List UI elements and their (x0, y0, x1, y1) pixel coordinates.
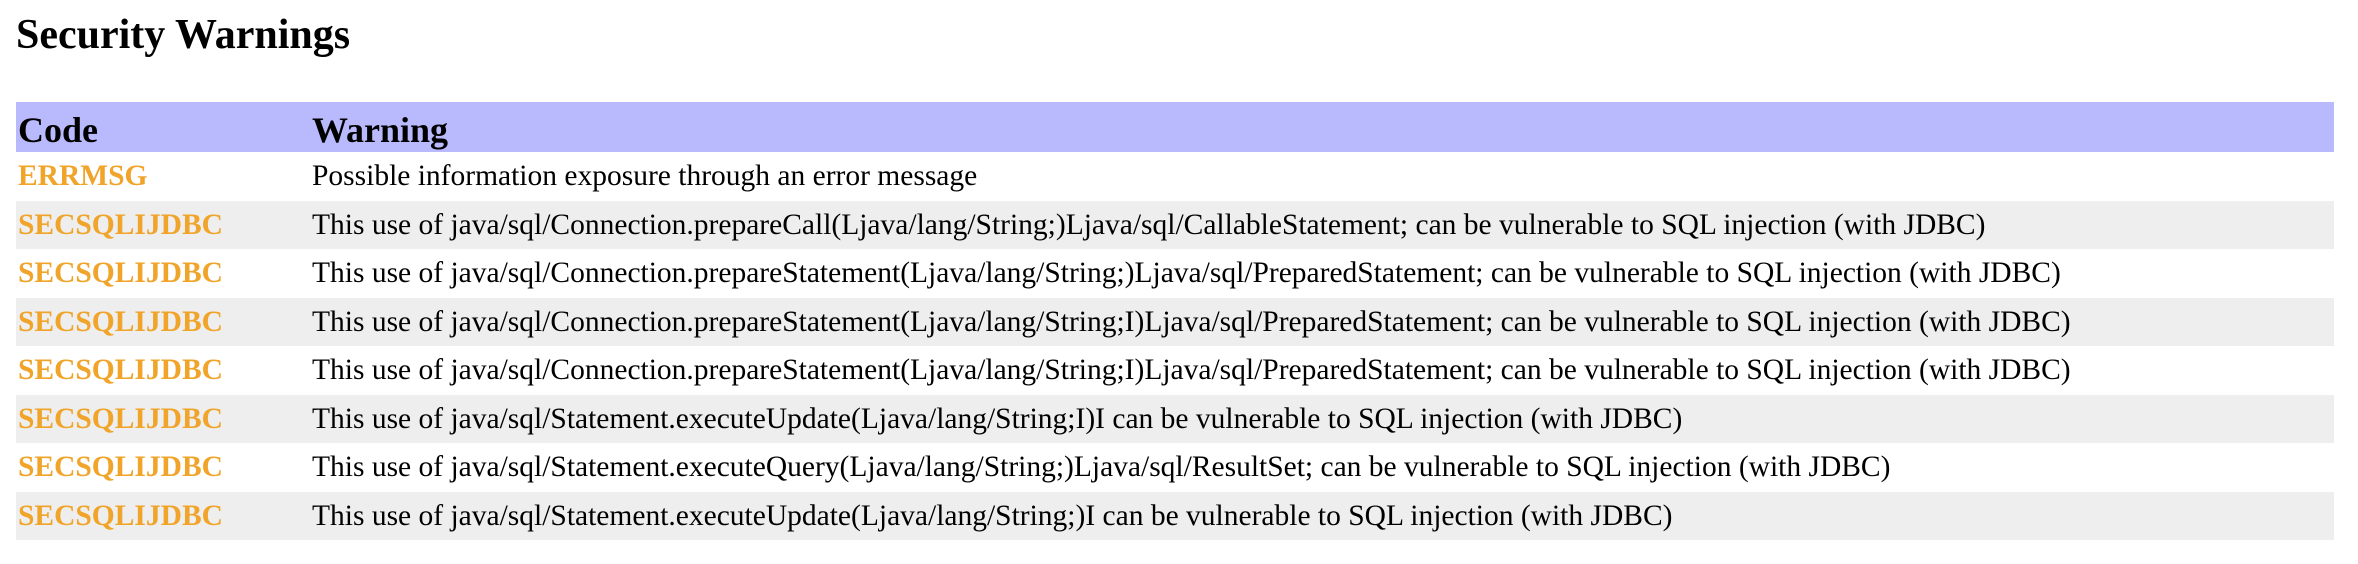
column-header-code: Code (18, 110, 98, 150)
table-header-row: Code Warning (16, 102, 2334, 152)
table-row: SECSQLIJDBC This use of java/sql/Stateme… (16, 394, 2334, 443)
warning-text: This use of java/sql/Statement.executeUp… (312, 402, 1683, 435)
warning-text: This use of java/sql/Connection.prepareS… (312, 257, 2061, 290)
warning-code: ERRMSG (18, 160, 148, 193)
column-header-warning: Warning (312, 110, 449, 150)
warning-code: SECSQLIJDBC (18, 354, 223, 387)
table-row: SECSQLIJDBC This use of java/sql/Stateme… (16, 491, 2334, 540)
warning-text: This use of java/sql/Statement.executeUp… (312, 499, 1673, 532)
warning-code: SECSQLIJDBC (18, 305, 223, 338)
warning-code: SECSQLIJDBC (18, 499, 223, 532)
table-row: ERRMSG Possible information exposure thr… (16, 152, 2334, 201)
table-row: SECSQLIJDBC This use of java/sql/Connect… (16, 200, 2334, 249)
table-row: SECSQLIJDBC This use of java/sql/Stateme… (16, 443, 2334, 492)
warning-text: Possible information exposure through an… (312, 160, 978, 193)
warning-code: SECSQLIJDBC (18, 402, 223, 435)
page-title: Security Warnings (16, 12, 351, 58)
warning-code: SECSQLIJDBC (18, 208, 223, 241)
table-row: SECSQLIJDBC This use of java/sql/Connect… (16, 297, 2334, 346)
table-row: SECSQLIJDBC This use of java/sql/Connect… (16, 346, 2334, 395)
warning-code: SECSQLIJDBC (18, 257, 223, 290)
warning-text: This use of java/sql/Statement.executeQu… (312, 451, 1891, 484)
warning-code: SECSQLIJDBC (18, 451, 223, 484)
warning-text: This use of java/sql/Connection.prepareS… (312, 354, 2071, 387)
security-warnings-table: Code Warning ERRMSG Possible information… (16, 102, 2334, 540)
warning-text: This use of java/sql/Connection.prepareS… (312, 305, 2071, 338)
warning-text: This use of java/sql/Connection.prepareC… (312, 208, 1986, 241)
security-warnings-page: Security Warnings Code Warning ERRMSG Po… (16, 0, 2334, 540)
table-row: SECSQLIJDBC This use of java/sql/Connect… (16, 249, 2334, 298)
